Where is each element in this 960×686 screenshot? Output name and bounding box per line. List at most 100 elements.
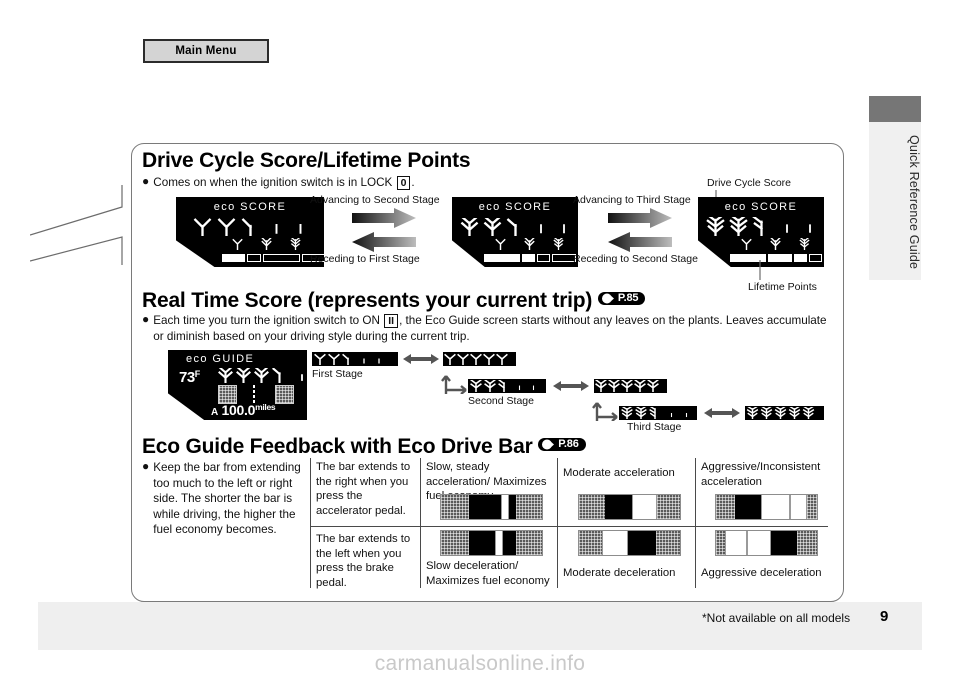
plant-stem-icon xyxy=(301,374,303,381)
plant-stage2-icon xyxy=(647,380,659,392)
bullet-drive-cycle: ● Comes on when the ignition switch is i… xyxy=(142,174,562,191)
drive-bar-moderate-decel xyxy=(578,530,681,556)
callout-drive-cycle-score: Drive Cycle Score xyxy=(707,177,792,189)
section-title-eco-feedback: Eco Guide Feedback with Eco Drive Bar P.… xyxy=(142,436,586,457)
legend-stage3-icon xyxy=(290,238,301,250)
leader-lifetime-points xyxy=(759,260,761,280)
footer-note: *Not available on all models xyxy=(702,611,851,625)
plant-stage3-icon xyxy=(706,217,725,236)
plant-stage2-icon xyxy=(621,380,633,392)
watermark: carmanualsonline.info xyxy=(374,652,586,675)
arrow-left-1-icon xyxy=(352,232,416,252)
lifetime-points-bar-3 xyxy=(730,254,822,262)
side-tab-label: Quick Reference Guide xyxy=(907,134,921,270)
page-ref-label: P.86 xyxy=(558,437,579,450)
odometer-unit: miles xyxy=(255,402,276,412)
plant-partial-icon xyxy=(752,217,764,236)
stage-label-third: Third Stage xyxy=(627,421,682,433)
plant-half-icon xyxy=(241,218,253,236)
real-time-score-text: Real Time Score (represents your current… xyxy=(142,289,593,312)
footer-band xyxy=(38,602,922,650)
bullet-period: . xyxy=(411,176,415,189)
eco-drive-bar-table: The bar extends to the right when you pr… xyxy=(310,458,828,589)
plant-stage3-icon xyxy=(774,407,787,419)
plant-stem-icon xyxy=(378,358,380,364)
plant-stage3-icon xyxy=(635,407,647,419)
eco-feedback-bullet-text: Keep the bar from extending too much to … xyxy=(153,461,301,537)
bullet-dot: ● xyxy=(142,459,150,473)
drive-bar-slow-decel xyxy=(440,530,543,556)
stage-strip-third-full xyxy=(745,406,824,420)
eco-guide-box-right xyxy=(275,385,294,404)
plant-stage2-icon xyxy=(460,218,479,236)
stage-strip-first-full xyxy=(443,352,516,366)
plant-stage2-icon xyxy=(484,380,496,392)
rts-text-1: Each time you turn the ignition switch t… xyxy=(153,314,380,327)
legend-stage2-icon xyxy=(524,238,535,250)
plant-stem-icon xyxy=(532,385,535,391)
plant-stem-icon xyxy=(275,224,278,234)
eco-guide-title: eco GUIDE xyxy=(186,353,255,365)
plant-stage3-icon xyxy=(760,407,773,419)
plant-sprout-icon xyxy=(217,218,236,236)
legend-stage3-icon xyxy=(553,238,564,250)
legend-stage2-icon xyxy=(770,238,781,250)
plant-stage3-icon xyxy=(746,407,759,419)
plant-stage2-icon xyxy=(608,380,620,392)
plant-stage2-icon xyxy=(218,368,233,383)
callout-receding-second: Receding to Second Stage xyxy=(573,253,698,265)
plant-stage3-icon xyxy=(788,407,801,419)
legend-stage1-icon xyxy=(232,238,243,250)
legend-stage1-icon xyxy=(741,238,752,250)
arrow-right-2-icon xyxy=(608,208,672,228)
arrow-double-1-icon xyxy=(403,354,439,364)
drive-bar-aggressive-decel xyxy=(715,530,818,556)
arrow-left-2-icon xyxy=(608,232,672,252)
section-title-drive-cycle: Drive Cycle Score/Lifetime Points xyxy=(142,149,471,172)
page-root: Main Menu Quick Reference Guide Drive Cy… xyxy=(0,0,960,686)
main-menu-button[interactable]: Main Menu xyxy=(143,39,269,63)
plant-stage1-icon xyxy=(483,353,495,365)
plant-stage3-icon xyxy=(802,407,815,419)
plant-half-icon xyxy=(506,218,518,236)
row-desc-accelerator: The bar extends to the right when you pr… xyxy=(316,461,411,518)
legend-stage2-icon xyxy=(261,238,272,250)
arrow-double-2-icon xyxy=(553,381,589,391)
lock-key-box: 0 xyxy=(396,176,411,190)
odometer-value: 100.0 xyxy=(221,402,256,418)
page-ref-label: P.85 xyxy=(617,291,639,304)
plant-stage1-icon xyxy=(328,353,340,365)
table-divider-v3 xyxy=(557,458,558,588)
col-header-aggressive-accel: Aggressive/Inconsistent acceleration xyxy=(701,461,821,488)
arrow-right-icon xyxy=(542,439,555,450)
bullet-eco-feedback: ● Keep the bar from extending too much t… xyxy=(142,459,314,538)
plant-half-icon xyxy=(498,380,506,392)
plant-half-icon xyxy=(272,368,281,383)
plant-stage1-icon xyxy=(457,353,469,365)
plant-stem-icon xyxy=(685,413,688,418)
plant-stage3-icon xyxy=(621,407,633,419)
bullet-dot: ● xyxy=(142,312,150,326)
bullet-real-time-score: ● Each time you turn the ignition switch… xyxy=(142,312,832,344)
stage-label-second: Second Stage xyxy=(468,395,534,407)
legend-stage1-icon xyxy=(495,238,506,250)
callout-receding-first: Receding to First Stage xyxy=(310,253,420,265)
plant-stage3-icon xyxy=(729,217,748,236)
col-header-moderate-accel: Moderate acceleration xyxy=(563,467,675,479)
plant-stage2-icon xyxy=(470,380,482,392)
section-title-real-time-score: Real Time Score (represents your current… xyxy=(142,289,646,312)
plant-stage1-icon xyxy=(470,353,482,365)
page-ref-p86[interactable]: P.86 xyxy=(538,437,586,451)
plant-stem-icon xyxy=(670,413,673,418)
plant-stage1-icon xyxy=(444,353,456,365)
plant-stage2-icon xyxy=(236,368,251,383)
arrow-right-icon xyxy=(601,293,615,304)
temp-value: 73 xyxy=(179,369,195,386)
rts-text-2: , the Eco Guide screen starts without an… xyxy=(399,314,827,327)
bullet-dot: ● xyxy=(142,174,150,188)
eco-score-title-2: eco SCORE xyxy=(478,201,552,213)
eco-score-plants-row-2 xyxy=(460,218,571,236)
plant-stage1-icon xyxy=(496,353,508,365)
page-ref-p85[interactable]: P.85 xyxy=(597,291,646,305)
footer-page-number: 9 xyxy=(880,608,889,625)
